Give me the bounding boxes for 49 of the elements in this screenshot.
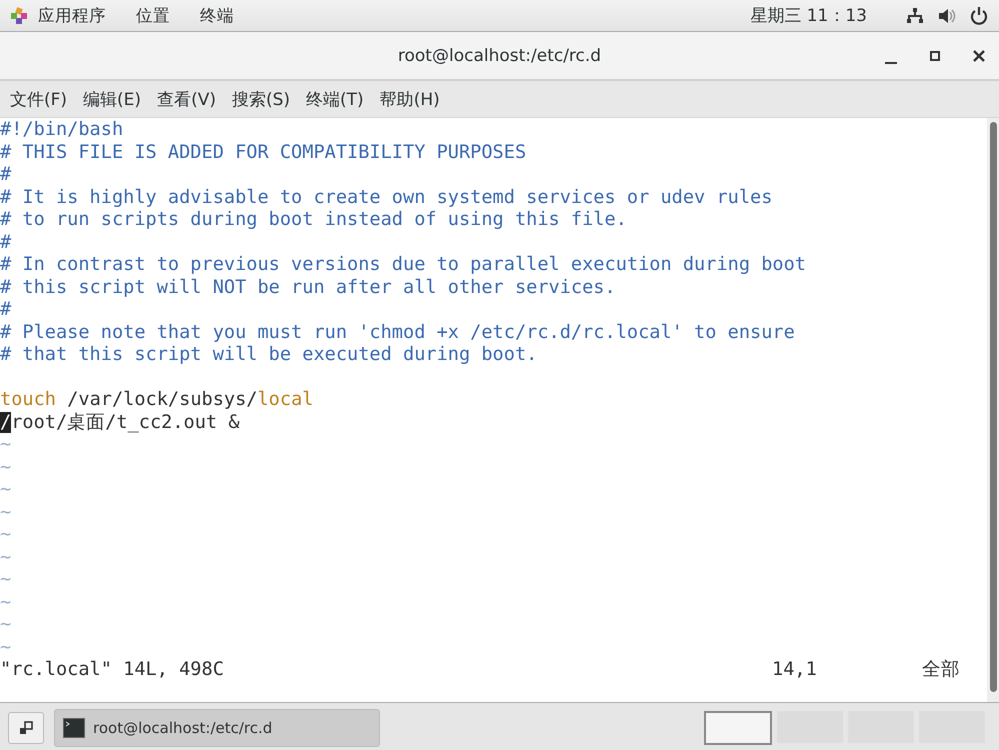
terminal-icon [63,718,85,738]
empty-line-marker: ~ [0,456,12,478]
empty-line-marker: ~ [0,479,12,500]
menu-item[interactable]: 搜索(S) [224,88,298,110]
scroll-position: 全部 [922,659,960,680]
scrollbar[interactable] [987,118,999,702]
window-title: root@localhost:/etc/rc.d [398,46,602,66]
top-menu[interactable]: 位置 [136,4,170,26]
empty-line-marker: ~ [0,614,12,635]
code-line: #!/bin/bash [0,119,124,140]
empty-line-marker: ~ [0,434,12,455]
code-line: # [0,164,12,185]
network-icon[interactable] [905,6,925,26]
empty-line-marker: ~ [0,569,12,590]
taskbar-window-button[interactable]: root@localhost:/etc/rc.d [54,708,380,746]
clock[interactable]: 星期三 11：13 [750,4,867,27]
code-line: # [0,299,12,320]
code-line: # [0,232,12,252]
code-line: # this script will NOT be run after all other services. [0,276,616,298]
top-menu[interactable]: 终端 [200,4,234,26]
empty-line-marker: ~ [0,636,12,658]
minimize-icon [885,62,897,64]
code-line: # In contrast to previous versions due to parallel execution during boot [0,254,806,275]
workspace-switcher[interactable] [704,710,772,744]
file-info: "rc.local" 14L, 498C [0,659,224,680]
code-line: # It is highly advisable to create own systemd services or udev rules [0,186,772,208]
power-icon[interactable] [969,6,989,26]
close-icon [973,50,985,62]
maximize-icon [930,51,940,61]
empty-line-marker: ~ [0,546,12,568]
menu-item[interactable]: 编辑(E) [75,88,150,110]
code-line: touch /var/lock/subsys/local [0,389,314,410]
menu-item[interactable]: 查看(V) [149,88,224,110]
menu-item[interactable]: 文件(F) [2,88,76,110]
show-desktop-icon [18,720,34,736]
code-line: # that this script will be executed during boot. [0,344,538,365]
menu-item[interactable]: 帮助(H) [372,88,448,110]
empty-line-marker: ~ [0,524,12,545]
code-line: /root/桌面/t_cc2.out & [0,412,240,432]
code-line: # Please note that you must run 'chmod +x /etc/rc.d/rc.local' to ensure [0,322,795,342]
code-line: # THIS FILE IS ADDED FOR COMPATIBILITY PURPOSES [0,142,526,162]
empty-line-marker: ~ [0,592,12,612]
apps-logo-icon[interactable] [10,6,28,24]
empty-line-marker: ~ [0,502,12,522]
show-desktop-button[interactable] [8,712,44,744]
code-line: # to run scripts during boot instead of using this file. [0,209,627,230]
top-menu[interactable]: 应用程序 [38,4,106,26]
cursor-position: 14,1 [772,659,817,680]
menu-item[interactable]: 终端(T) [298,88,372,110]
